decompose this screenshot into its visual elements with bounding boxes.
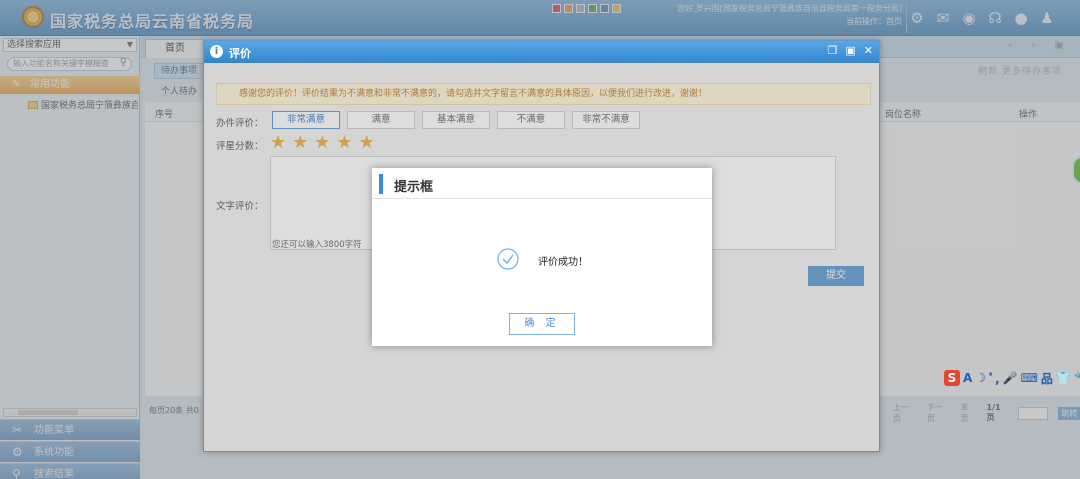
ime-tool-icon[interactable]: 🎤 xyxy=(1003,371,1018,385)
prompt-message: 评价成功！ xyxy=(538,257,588,268)
prompt-accent-bar xyxy=(379,174,383,194)
prompt-dialog: 提示框 评价成功！ 确 定 xyxy=(372,168,712,346)
ime-tool-icon[interactable]: ☽ xyxy=(975,371,986,385)
evaluation-window-header: i 评价 ❐ ▣ ✕ xyxy=(204,41,879,63)
restore-icon[interactable]: ❐ xyxy=(828,44,838,57)
ime-tool-icon[interactable]: ⌨ xyxy=(1021,371,1038,385)
ime-tool-icon[interactable]: ﾟ, xyxy=(989,370,1000,387)
sogou-logo-icon[interactable]: S xyxy=(944,370,960,386)
ok-button[interactable]: 确 定 xyxy=(509,313,575,335)
success-check-icon xyxy=(497,248,519,270)
ime-tool-icon[interactable]: 品 xyxy=(1041,370,1053,387)
prompt-header: 提示框 xyxy=(372,168,712,199)
ime-tool-icon[interactable]: A xyxy=(963,371,972,385)
ime-tool-icon[interactable]: 🔧 xyxy=(1074,371,1080,385)
window-controls: ❐ ▣ ✕ xyxy=(828,44,874,57)
close-icon[interactable]: ✕ xyxy=(864,44,873,57)
info-icon: i xyxy=(210,45,223,58)
ime-toolbar[interactable]: S A☽ﾟ,🎤⌨品👕🔧 xyxy=(944,369,1080,387)
prompt-title: 提示框 xyxy=(394,180,434,195)
evaluation-window-title: 评价 xyxy=(229,47,251,60)
ime-tool-icon[interactable]: 👕 xyxy=(1056,371,1071,385)
maximize-icon[interactable]: ▣ xyxy=(845,44,855,57)
